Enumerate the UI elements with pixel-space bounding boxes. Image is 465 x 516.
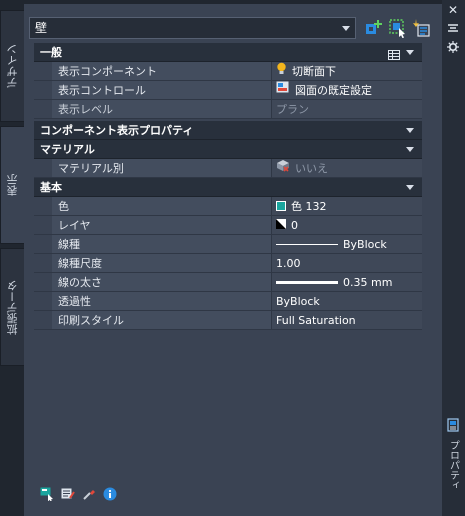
object-type-value: 壁 [35, 21, 48, 35]
collapse-icon[interactable] [406, 147, 414, 152]
lineweight-sample [276, 280, 338, 284]
property-value[interactable]: 1.00 [272, 254, 422, 272]
property-name: 線種 [52, 235, 272, 253]
row-gutter [34, 254, 52, 272]
property-name: 線の太さ [52, 273, 272, 291]
collapse-icon[interactable] [406, 185, 414, 190]
property-value-text: いいえ [295, 161, 328, 175]
properties-menu-icon[interactable] [446, 41, 460, 55]
row-gutter [34, 311, 52, 329]
property-row[interactable]: 線の太さ 0.35 mm [34, 273, 422, 292]
select-objects-icon[interactable] [388, 18, 408, 39]
property-row[interactable]: 線種 ByBlock [34, 235, 422, 254]
tab-design-label: デザイン [5, 44, 19, 88]
add-to-selection-icon[interactable] [363, 18, 383, 38]
property-value[interactable]: 0.35 mm [272, 273, 422, 291]
property-value: プラン [272, 100, 422, 118]
lightbulb-icon [276, 62, 287, 81]
property-row[interactable]: 色 色 132 [34, 197, 422, 216]
property-value[interactable]: ByBlock [272, 235, 422, 253]
property-name: 印刷スタイル [52, 311, 272, 329]
property-grid: 一般 表示コンポーネント 切断面下 表示コントロール 図面の既定設定 表示レベル… [34, 43, 422, 330]
property-row[interactable]: 印刷スタイル Full Saturation [34, 311, 422, 330]
tab-extended-data-label: 拡張データ [5, 279, 19, 335]
table-view-icon[interactable] [388, 47, 400, 66]
property-value-text: 色 132 [291, 199, 327, 213]
quick-select-icon[interactable] [412, 18, 432, 38]
autohide-icon[interactable] [446, 22, 460, 36]
row-gutter [34, 100, 52, 118]
category-basic[interactable]: 基本 [34, 178, 422, 197]
property-name: 透過性 [52, 292, 272, 310]
property-value-text: 0.35 mm [343, 275, 393, 289]
category-component-display-properties[interactable]: コンポーネント表示プロパティ [34, 121, 422, 140]
layer-icon [276, 216, 286, 235]
property-name: レイヤ [52, 216, 272, 234]
linetype-sample [276, 243, 338, 245]
property-value-text: 図面の既定設定 [295, 83, 372, 97]
category-component-title: コンポーネント表示プロパティ [40, 124, 194, 137]
property-row[interactable]: 透過性 ByBlock [34, 292, 422, 311]
property-row[interactable]: 表示コンポーネント 切断面下 [34, 62, 422, 81]
palette-icon [446, 418, 460, 432]
select-components-icon[interactable] [40, 487, 54, 503]
property-name: 表示コンポーネント [52, 62, 272, 80]
property-name: 色 [52, 197, 272, 215]
category-material[interactable]: マテリアル [34, 140, 422, 159]
info-icon[interactable] [103, 487, 117, 501]
palette-title: プロパティ [447, 440, 459, 490]
property-name: 表示コントロール [52, 81, 272, 99]
property-value[interactable]: ByBlock [272, 292, 422, 310]
palette-title-bar [442, 0, 465, 516]
tab-display-label: 表示 [5, 174, 19, 196]
row-gutter [34, 159, 52, 177]
property-name: 表示レベル [52, 100, 272, 118]
tab-display[interactable]: 表示 [0, 126, 24, 244]
category-general[interactable]: 一般 [34, 43, 422, 62]
category-material-title: マテリアル [40, 143, 95, 156]
category-basic-title: 基本 [40, 181, 62, 194]
row-gutter [34, 235, 52, 253]
row-gutter [34, 197, 52, 215]
property-value[interactable]: Full Saturation [272, 311, 422, 329]
row-gutter [34, 216, 52, 234]
property-value[interactable]: 色 132 [272, 197, 422, 215]
palette-title-label-wrap: プロパティ [444, 440, 462, 494]
property-row[interactable]: 線種尺度 1.00 [34, 254, 422, 273]
property-row: 表示レベル プラン [34, 100, 422, 119]
close-icon[interactable]: ✕ [446, 3, 460, 17]
row-gutter [34, 81, 52, 99]
property-value-text: 切断面下 [292, 64, 336, 78]
chevron-down-icon [342, 26, 350, 31]
edit-display-icon[interactable] [61, 487, 75, 501]
property-value[interactable]: いいえ [272, 159, 422, 177]
object-type-dropdown[interactable]: 壁 [29, 17, 356, 39]
property-value[interactable]: 図面の既定設定 [272, 81, 422, 99]
property-name: マテリアル別 [52, 159, 272, 177]
match-properties-brush-icon[interactable] [82, 487, 96, 501]
row-gutter [34, 292, 52, 310]
material-icon [276, 159, 290, 178]
row-gutter [34, 62, 52, 80]
collapse-icon[interactable] [406, 128, 414, 133]
property-row[interactable]: マテリアル別 いいえ [34, 159, 422, 178]
property-row[interactable]: レイヤ 0 [34, 216, 422, 235]
row-gutter [34, 273, 52, 291]
property-value[interactable]: 0 [272, 216, 422, 234]
collapse-icon[interactable] [406, 50, 414, 55]
category-general-title: 一般 [40, 46, 62, 59]
property-value-text: ByBlock [343, 237, 387, 251]
property-row[interactable]: 表示コントロール 図面の既定設定 [34, 81, 422, 100]
tab-design[interactable]: デザイン [0, 10, 24, 122]
display-control-icon [276, 81, 290, 100]
property-value-text: 0 [291, 218, 298, 232]
property-name: 線種尺度 [52, 254, 272, 272]
color-swatch [276, 201, 286, 211]
tab-extended-data[interactable]: 拡張データ [0, 248, 24, 366]
bottom-toolbar [40, 487, 117, 503]
